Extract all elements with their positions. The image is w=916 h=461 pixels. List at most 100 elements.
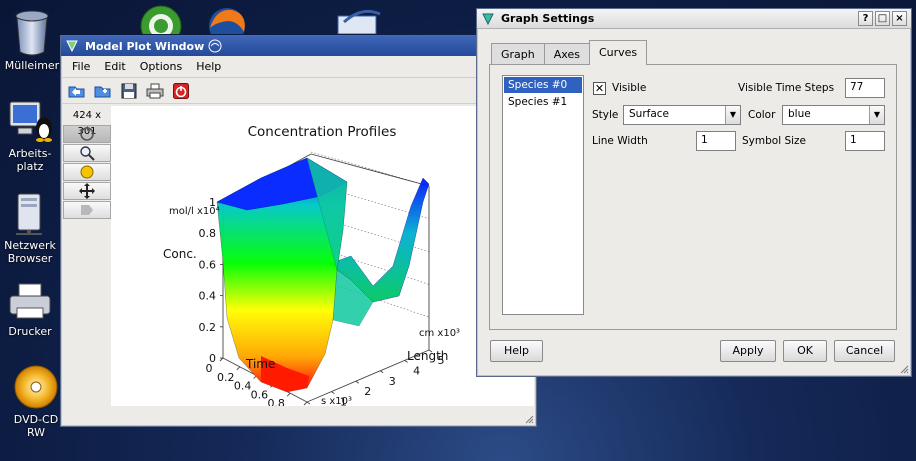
x-tick [303, 401, 308, 406]
tab-axes[interactable]: Axes [543, 43, 590, 65]
dvd-label: DVD-CD RW [13, 413, 59, 439]
z-tick-label: 0.2 [199, 321, 217, 334]
x-unit-label: s x10³ [321, 396, 352, 406]
dialog-title: Graph Settings [501, 12, 595, 25]
style-select[interactable]: Surface ▼ [623, 105, 741, 125]
chevron-down-icon: ▼ [869, 106, 884, 124]
workplace-label: Arbeits- platz [8, 147, 52, 173]
visible-time-steps-input[interactable]: 77 [845, 78, 885, 98]
tab-graph[interactable]: Graph [491, 43, 545, 65]
symbol-size-label: Symbol Size [742, 135, 807, 147]
printer-desktop-icon[interactable]: Drucker [0, 282, 60, 338]
dialog-resize-grip-icon[interactable] [899, 364, 909, 374]
menu-options[interactable]: Options [133, 60, 189, 73]
maximize-button[interactable]: □ [875, 11, 890, 26]
plot-canvas[interactable]: 00.20.40.60.8100.20.40.60.81012345Concen… [111, 106, 534, 406]
z-tick-label: 0.4 [199, 290, 217, 303]
plot-window-title: Model Plot Window [85, 39, 205, 53]
x-tick [286, 392, 291, 397]
y-tick [355, 380, 360, 384]
dvd-desktop-icon[interactable]: DVD-CD RW [6, 364, 66, 439]
folder-open-icon [68, 86, 85, 97]
tab-curves[interactable]: Curves [588, 40, 648, 65]
plot-window-titlebar[interactable]: Model Plot Window [61, 36, 536, 56]
open-button[interactable] [67, 81, 87, 101]
y-tick-label: 3 [389, 375, 396, 388]
workplace-desktop-icon[interactable]: Arbeits- platz [0, 98, 60, 173]
opensuse-icon[interactable] [136, 4, 186, 34]
x-tick-label: 0.8 [267, 397, 285, 406]
trash-desktop-icon[interactable]: Mülleimer [2, 10, 62, 72]
close-button[interactable]: × [892, 11, 907, 26]
dialog-tabs: Graph Axes Curves [491, 40, 648, 65]
color-select-value: blue [788, 108, 811, 120]
rotate-tool[interactable] [63, 125, 111, 143]
openoffice-icon[interactable] [334, 8, 384, 34]
line-width-input[interactable]: 1 [696, 131, 736, 151]
disabled-tool [63, 201, 111, 219]
disabled-arrow-icon [81, 205, 93, 215]
save-button[interactable] [119, 81, 139, 101]
x-tick-label: 0.2 [217, 371, 235, 384]
printer-icon [9, 283, 51, 319]
model-plot-window[interactable]: Model Plot Window File Edit Options Help… [60, 35, 537, 427]
dvd-disc-icon [14, 365, 58, 409]
print-button[interactable] [145, 81, 165, 101]
resize-grip-icon[interactable] [524, 414, 534, 424]
pan-tool[interactable] [63, 182, 111, 200]
line-width-label: Line Width [592, 135, 648, 147]
rotate-icon [80, 126, 94, 141]
network-server-icon [16, 193, 42, 235]
firefox-icon[interactable] [202, 4, 252, 34]
dialog-titlebar[interactable]: Graph Settings ? □ × [477, 9, 911, 29]
style-label: Style [592, 109, 619, 121]
floppy-disk-icon [121, 83, 137, 98]
style-select-value: Surface [629, 108, 670, 120]
graph-settings-dialog[interactable]: Graph Settings ? □ × Graph Axes Curves S… [476, 8, 912, 377]
visible-label: Visible [612, 82, 647, 94]
help-titlebar-button[interactable]: ? [858, 11, 873, 26]
point-tool[interactable] [63, 163, 111, 181]
visible-checkbox[interactable]: ✕ [593, 82, 606, 95]
network-label: Netzwerk Browser [4, 239, 56, 265]
x-tick [236, 366, 241, 371]
apply-button[interactable]: Apply [720, 340, 776, 362]
symbol-size-input[interactable]: 1 [845, 131, 885, 151]
species-item-1[interactable]: Species #1 [504, 94, 582, 110]
menu-help[interactable]: Help [189, 60, 228, 73]
menu-file[interactable]: File [65, 60, 97, 73]
z-unit-label: mol/l x10⁴ [169, 206, 220, 217]
z-tick-label: 0.8 [199, 227, 217, 240]
y-tick [379, 370, 384, 374]
surface-chart[interactable]: 00.20.40.60.8100.20.40.60.81012345Concen… [111, 106, 534, 406]
menu-edit[interactable]: Edit [97, 60, 132, 73]
open-alt-button[interactable] [93, 81, 113, 101]
y-tick [306, 401, 311, 405]
plot-menubar: File Edit Options Help [61, 56, 536, 78]
x-tick-label: 0.6 [251, 388, 269, 401]
y-tick-label: 4 [413, 364, 420, 377]
network-browser-desktop-icon[interactable]: Netzwerk Browser [0, 190, 60, 265]
window-menu-icon[interactable] [208, 39, 222, 53]
x-tick-label: 0 [206, 362, 213, 375]
help-button[interactable]: Help [490, 340, 543, 362]
color-select[interactable]: blue ▼ [782, 105, 885, 125]
x-tick-label: 0.4 [234, 380, 252, 393]
color-label: Color [748, 109, 776, 121]
plot-size-label: 424 x 301 [72, 110, 102, 137]
ok-button[interactable]: OK [783, 340, 827, 362]
plot-side-toolbox: 424 x 301 [63, 108, 111, 220]
x-tick [219, 357, 224, 362]
app-icon [66, 40, 78, 53]
species-item-0[interactable]: Species #0 [504, 77, 582, 93]
move-arrows-icon [79, 183, 95, 199]
y-axis-label: Length [407, 349, 448, 363]
zoom-tool[interactable] [63, 144, 111, 162]
species-list[interactable]: Species #0 Species #1 [502, 75, 584, 315]
cancel-button[interactable]: Cancel [834, 340, 895, 362]
quit-button[interactable] [171, 81, 191, 101]
printer-label: Drucker [8, 325, 52, 338]
z-axis-label: Conc. [163, 247, 197, 261]
chart-title: Concentration Profiles [248, 124, 397, 140]
y-tick-label: 2 [364, 385, 371, 398]
